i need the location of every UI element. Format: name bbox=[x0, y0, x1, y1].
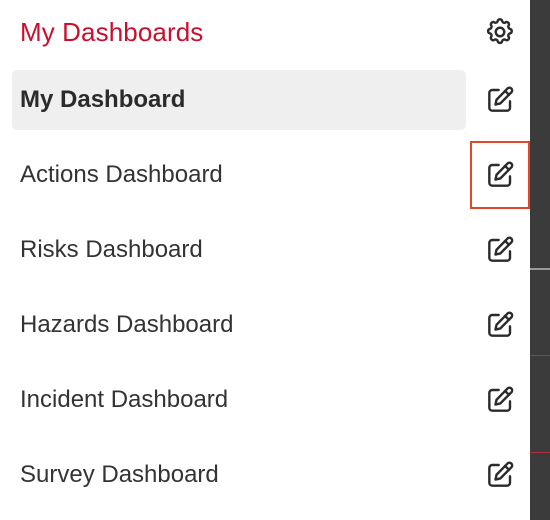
dashboard-link[interactable]: Survey Dashboard bbox=[12, 445, 466, 505]
background-divider bbox=[530, 268, 550, 270]
dashboards-panel: My Dashboards My Dashboard Actions Dashb… bbox=[0, 0, 530, 520]
edit-dashboard-button[interactable] bbox=[470, 141, 530, 209]
edit-icon bbox=[484, 384, 516, 416]
dashboard-item: Survey Dashboard bbox=[0, 439, 530, 514]
dashboard-link[interactable]: My Dashboard bbox=[12, 70, 466, 130]
settings-button[interactable] bbox=[482, 14, 518, 50]
edit-icon bbox=[484, 459, 516, 491]
dashboard-item: Hazards Dashboard bbox=[0, 289, 530, 364]
dashboard-link[interactable]: Incident Dashboard bbox=[12, 370, 466, 430]
edit-icon bbox=[484, 159, 516, 191]
edit-dashboard-button[interactable] bbox=[470, 66, 530, 134]
dashboard-list: My Dashboard Actions Dashboard Risks Das… bbox=[0, 64, 530, 514]
background-divider bbox=[530, 452, 550, 453]
dashboard-link[interactable]: Risks Dashboard bbox=[12, 220, 466, 280]
gear-icon bbox=[484, 16, 516, 48]
background-page bbox=[530, 0, 550, 520]
dashboard-item: My Dashboard bbox=[0, 64, 530, 139]
dashboard-link[interactable]: Hazards Dashboard bbox=[12, 295, 466, 355]
background-divider bbox=[530, 355, 550, 356]
edit-dashboard-button[interactable] bbox=[470, 366, 530, 434]
edit-dashboard-button[interactable] bbox=[470, 291, 530, 359]
panel-title: My Dashboards bbox=[20, 17, 204, 47]
dashboard-item: Actions Dashboard bbox=[0, 139, 530, 214]
edit-icon bbox=[484, 84, 516, 116]
edit-dashboard-button[interactable] bbox=[470, 216, 530, 284]
dashboard-link[interactable]: Actions Dashboard bbox=[12, 145, 466, 205]
panel-header: My Dashboards bbox=[0, 0, 530, 64]
edit-icon bbox=[484, 309, 516, 341]
edit-icon bbox=[484, 234, 516, 266]
dashboard-item: Risks Dashboard bbox=[0, 214, 530, 289]
edit-dashboard-button[interactable] bbox=[470, 441, 530, 509]
dashboard-item: Incident Dashboard bbox=[0, 364, 530, 439]
